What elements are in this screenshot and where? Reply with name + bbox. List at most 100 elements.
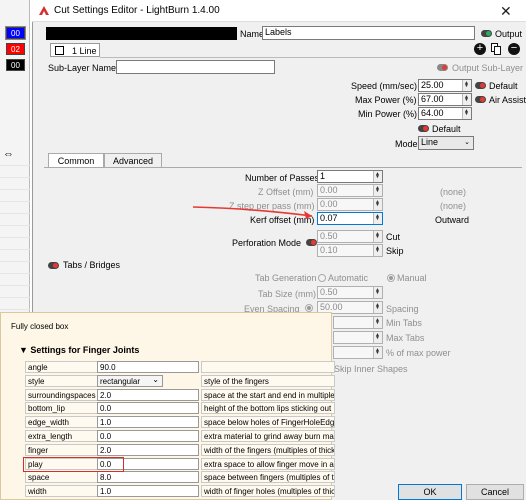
perforation-skip-spinner[interactable]: [373, 245, 382, 256]
radio-even-spacing[interactable]: [305, 304, 313, 312]
perforation-cut-label: Cut: [386, 232, 401, 242]
cancel-button[interactable]: Cancel: [466, 484, 524, 500]
setting-value-input[interactable]: rectangular ⌄: [97, 374, 163, 387]
tab-size-spinner[interactable]: [373, 287, 382, 298]
name-label: Name: [240, 29, 265, 39]
spacing-label: Spacing: [386, 304, 419, 314]
tabs-bridges-toggle[interactable]: [48, 262, 59, 269]
layer-tab-strip: [100, 57, 520, 58]
ok-button[interactable]: OK: [398, 484, 462, 500]
settings-row: finger 2.0 width of the fingers (multiples…: [15, 443, 335, 456]
delete-icon[interactable]: −: [508, 43, 520, 55]
setting-value-input[interactable]: 8.0: [97, 471, 199, 484]
z-offset-label: Z Offset (mm): [258, 187, 314, 197]
add-icon[interactable]: +: [474, 43, 486, 55]
z-step-spinner[interactable]: [373, 199, 382, 210]
tab-common[interactable]: Common: [48, 153, 104, 168]
setting-name: style: [25, 374, 107, 387]
tab-generation-manual[interactable]: Manual: [387, 273, 427, 283]
setting-description: width of the fingers (multiples of thick: [201, 443, 335, 456]
z-offset-spinner[interactable]: [373, 185, 382, 196]
perforation-skip-input[interactable]: 0.10: [317, 244, 383, 257]
radio-automatic[interactable]: [318, 274, 326, 282]
setting-description: width of finger holes (multiples of thic: [201, 485, 335, 498]
layer-tab-1-line[interactable]: 1 Line: [50, 43, 100, 57]
output-sublayer-toggle[interactable]: [437, 64, 448, 71]
setting-value-input[interactable]: 1.0: [97, 485, 199, 498]
speed-default-toggle[interactable]: [475, 82, 486, 89]
name-input[interactable]: Labels: [262, 26, 475, 40]
layer-chip-blue[interactable]: 00: [5, 26, 26, 40]
setting-value-input[interactable]: 0.0: [97, 402, 199, 415]
setting-name: bottom_lip: [25, 402, 107, 415]
max-tabs-spinner[interactable]: [373, 332, 382, 343]
max-tabs-input[interactable]: [333, 331, 383, 344]
max-power-spinner[interactable]: [462, 94, 471, 105]
min-power-spinner[interactable]: [462, 108, 471, 119]
layer-color-box: [55, 46, 64, 55]
lightburn-logo-icon: [39, 6, 49, 15]
min-tabs-input[interactable]: [333, 316, 383, 329]
perforation-cut-spinner[interactable]: [373, 231, 382, 242]
setting-value-input[interactable]: 2.0: [97, 388, 199, 401]
passes-spinner[interactable]: [373, 171, 382, 182]
power-default-label: Default: [432, 124, 461, 134]
setting-name: surroundingspaces: [25, 388, 107, 401]
perforation-cut-input[interactable]: 0.50: [317, 230, 383, 243]
tab-size-input[interactable]: 0.50: [317, 286, 383, 299]
kerf-offset-input[interactable]: 0.07: [317, 212, 383, 225]
setting-description: space at the start and end in multiple: [201, 388, 335, 401]
tab-power-input[interactable]: [333, 346, 383, 359]
setting-description: style of the fingers: [201, 374, 335, 387]
layer-chip-red[interactable]: 02: [6, 43, 25, 55]
tab-power-spinner[interactable]: [373, 347, 382, 358]
min-tabs-spinner[interactable]: [373, 317, 382, 328]
close-icon[interactable]: ✕: [500, 3, 512, 20]
setting-name: edge_width: [25, 416, 107, 429]
z-offset-note: (none): [440, 187, 467, 197]
chevron-down-icon: ⌄: [152, 374, 159, 384]
layer-chip-black[interactable]: 00: [6, 59, 25, 71]
z-step-input[interactable]: 0.00: [317, 198, 383, 211]
speed-label: Speed (mm/sec): [351, 81, 418, 91]
tab-size-label: Tab Size (mm): [258, 289, 317, 299]
kerf-spinner[interactable]: [373, 213, 382, 224]
tabs-bridges-label: Tabs / Bridges: [63, 260, 121, 270]
radio-manual[interactable]: [387, 274, 395, 282]
z-offset-input[interactable]: 0.00: [317, 184, 383, 197]
output-toggle[interactable]: [481, 30, 492, 37]
setting-value-input[interactable]: 0.0: [97, 430, 199, 442]
setting-name: width: [25, 485, 107, 498]
settings-row: bottom_lip 0.0 height of the bottom lips s…: [15, 402, 335, 415]
max-power-label: Max Power (%): [355, 95, 417, 105]
red-arrow-annotation: [192, 206, 313, 219]
tab-advanced[interactable]: Advanced: [104, 153, 162, 168]
min-power-input[interactable]: 64.00: [418, 107, 472, 120]
chevron-down-icon: ⌄: [464, 139, 470, 146]
expand-triangle-icon: ▼: [19, 345, 31, 355]
setting-value-input[interactable]: 90.0: [97, 361, 199, 373]
tab-generation-automatic[interactable]: Automatic: [318, 273, 368, 283]
settings-row: edge_width 1.0 space below holes of Finger…: [15, 416, 335, 429]
settings-row: space 8.0 space between fingers (multiples…: [15, 471, 335, 484]
power-default-toggle[interactable]: [418, 125, 429, 132]
spacing-spinner[interactable]: [373, 302, 382, 313]
skip-inner-shapes-label[interactable]: Skip Inner Shapes: [334, 364, 408, 374]
speed-input[interactable]: 25.00: [418, 79, 472, 92]
speed-spinner[interactable]: [462, 80, 471, 91]
air-assist-toggle[interactable]: [475, 96, 486, 103]
resize-cursor-icon: ⇔: [3, 148, 14, 160]
min-power-label: Min Power (%): [358, 109, 418, 119]
max-power-input[interactable]: 67.00: [418, 93, 472, 106]
setting-description: extra material to grind away burn mar: [201, 430, 335, 442]
sublayer-name-input[interactable]: [116, 60, 275, 74]
mode-select[interactable]: Line ⌄: [418, 136, 474, 150]
perforation-toggle[interactable]: [306, 239, 317, 246]
setting-description: extra space to allow finger move in an: [201, 457, 335, 470]
copy-icon[interactable]: [491, 43, 501, 55]
sublayer-name-label: Sub-Layer Name: [48, 63, 117, 73]
setting-value-input[interactable]: 1.0: [97, 416, 199, 429]
setting-value-input[interactable]: 2.0: [97, 443, 199, 456]
section-header: ▼ Settings for Finger Joints: [19, 345, 140, 355]
passes-input[interactable]: 1: [317, 170, 383, 183]
